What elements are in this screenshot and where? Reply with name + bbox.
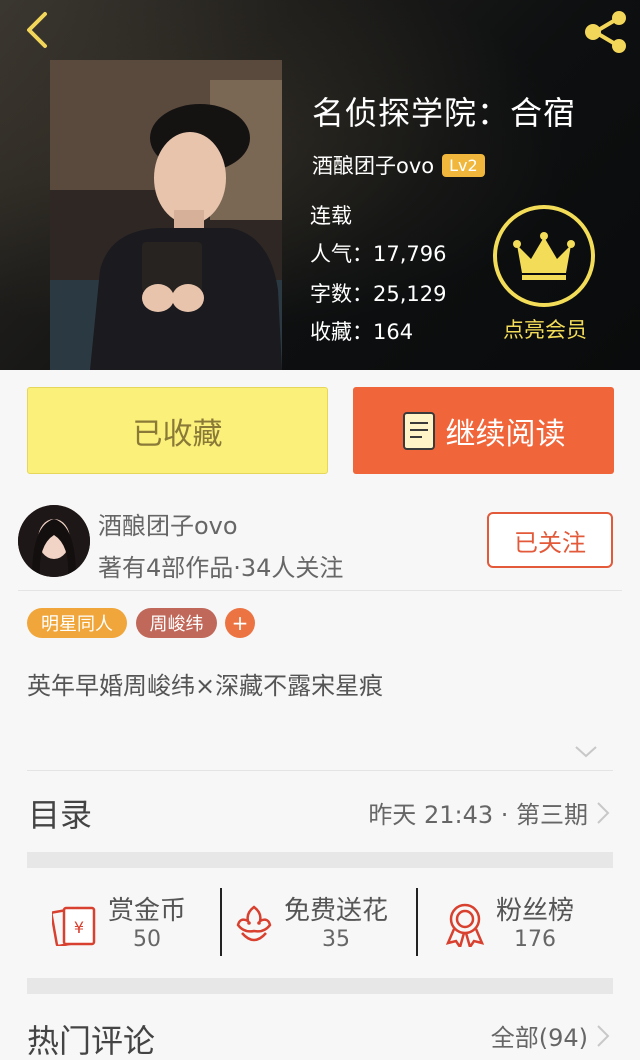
divider: [27, 770, 613, 771]
continue-reading-button[interactable]: 继续阅读: [353, 387, 614, 474]
all-comments-label: 全部(94): [490, 1024, 588, 1052]
continue-reading-label: 继续阅读: [445, 416, 566, 452]
expand-button[interactable]: [572, 740, 600, 764]
svg-text:¥: ¥: [74, 918, 84, 937]
reward-coins-label: 赏金币: [108, 895, 187, 926]
author-line[interactable]: 酒酿团子ovo Lv2: [312, 150, 485, 180]
rosette-icon: [445, 903, 485, 947]
fan-ranking-label: 粉丝榜: [496, 895, 575, 926]
favorites-stat: 收藏：164: [310, 320, 414, 344]
red-envelope-icon: ¥: [52, 906, 96, 946]
avatar-photo: [18, 505, 90, 577]
reward-coins-count: 50: [133, 927, 161, 953]
crown-icon: [513, 232, 575, 280]
author-panel-name[interactable]: 酒酿团子ovo: [98, 506, 238, 541]
section-separator: [27, 852, 613, 868]
free-flowers[interactable]: 免费送花 35: [234, 888, 388, 960]
popularity-stat: 人气：17,796: [310, 242, 447, 266]
collected-button[interactable]: 已收藏: [27, 387, 328, 474]
latest-chapter-label: 昨天 21:43 · 第三期: [368, 801, 588, 829]
avatar[interactable]: [18, 505, 90, 577]
tag-genre[interactable]: 明星同人: [27, 608, 127, 638]
book-cover[interactable]: [50, 60, 282, 370]
author-panel-meta: 著有4部作品·34人关注: [98, 554, 344, 582]
level-badge: Lv2: [442, 153, 485, 177]
vip-label[interactable]: 点亮会员: [480, 314, 610, 344]
back-button[interactable]: [14, 8, 58, 52]
chevron-right-icon: [597, 801, 610, 824]
vip-button[interactable]: [493, 205, 595, 307]
chevron-left-icon: [27, 12, 47, 48]
fan-ranking[interactable]: 粉丝榜 176: [444, 888, 574, 960]
free-flowers-label: 免费送花: [284, 895, 389, 926]
word-count-stat: 字数：25,129: [310, 282, 447, 306]
cover-photo: [50, 60, 282, 370]
hot-comments-title: 热门评论: [27, 1022, 156, 1060]
book-header: 名侦探学院：合宿 酒酿团子ovo Lv2 连载 人气：17,796 字数：25,…: [0, 0, 640, 370]
share-icon: [585, 11, 626, 53]
book-icon: [402, 411, 435, 450]
fan-ranking-count: 176: [514, 927, 556, 953]
book-description: 英年早婚周峻纬×深藏不露宋星痕: [27, 672, 384, 700]
author-name[interactable]: 酒酿团子ovo: [312, 150, 434, 180]
latest-chapter[interactable]: 昨天 21:43 · 第三期: [368, 795, 610, 830]
section-separator: [27, 978, 613, 994]
toc-title[interactable]: 目录: [28, 790, 92, 836]
flower-icon: [236, 905, 272, 942]
stat-divider: [220, 888, 222, 956]
book-title: 名侦探学院：合宿: [312, 94, 577, 132]
tag-character[interactable]: 周峻纬: [136, 608, 217, 638]
stat-divider: [416, 888, 418, 956]
reward-coins[interactable]: ¥ 赏金币 50: [52, 888, 186, 960]
free-flowers-count: 35: [322, 927, 350, 953]
divider: [18, 590, 622, 591]
all-comments-link[interactable]: 全部(94): [491, 1018, 610, 1053]
follow-button[interactable]: 已关注: [487, 512, 613, 568]
chevron-right-icon: [597, 1024, 610, 1047]
share-button[interactable]: [580, 8, 632, 56]
chevron-down-icon: [575, 746, 597, 758]
serial-status: 连载: [310, 204, 352, 228]
add-tag-button[interactable]: +: [225, 608, 255, 638]
